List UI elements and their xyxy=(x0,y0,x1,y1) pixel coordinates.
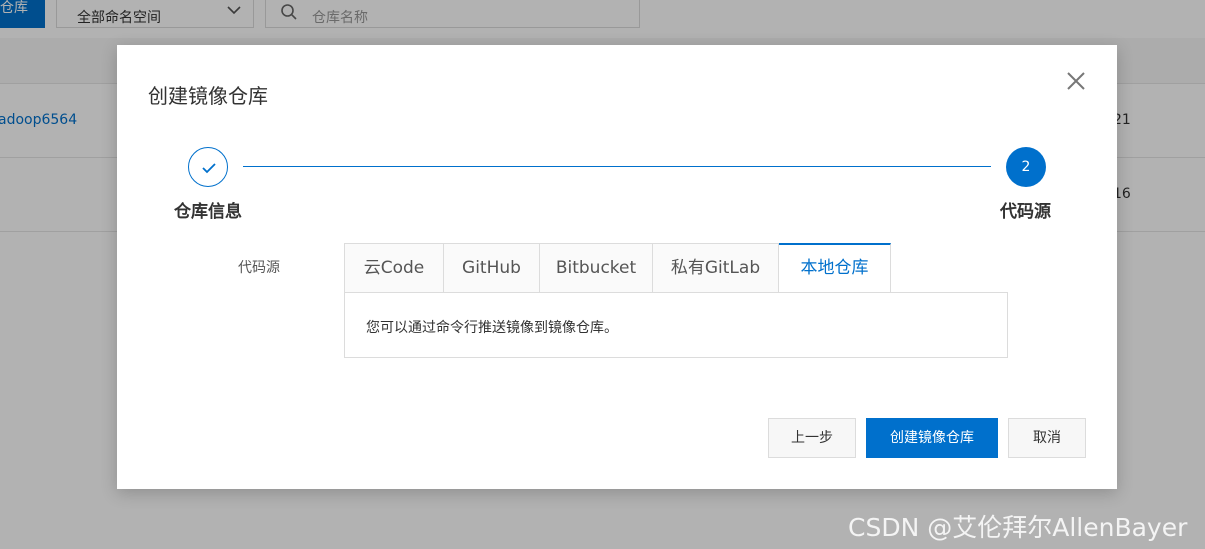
prev-step-button[interactable]: 上一步 xyxy=(768,418,856,458)
create-repo-submit-button[interactable]: 创建镜像仓库 xyxy=(866,418,998,458)
source-field-label: 代码源 xyxy=(238,260,280,276)
panel-description: 您可以通过命令行推送镜像到镜像仓库。 xyxy=(366,320,618,336)
watermark: CSDN @艾伦拜尔AllenBayer xyxy=(848,513,1188,542)
step-2-circle: 2 xyxy=(1006,147,1046,187)
step-2-label: 代码源 xyxy=(1000,202,1051,222)
step-connector xyxy=(243,166,991,167)
source-tabs: 云Code GitHub Bitbucket 私有GitLab 本地仓库 xyxy=(344,243,891,293)
dialog-title: 创建镜像仓库 xyxy=(148,84,268,108)
tab-cloud-code[interactable]: 云Code xyxy=(344,243,444,293)
step-1-circle xyxy=(188,147,228,187)
tab-private-gitlab[interactable]: 私有GitLab xyxy=(653,243,779,293)
step-1-label: 仓库信息 xyxy=(174,202,242,222)
cancel-button[interactable]: 取消 xyxy=(1008,418,1086,458)
create-repo-dialog: 创建镜像仓库 2 仓库信息 代码源 代码源 云Code GitHub Bitbu… xyxy=(117,45,1117,489)
check-icon xyxy=(202,163,216,174)
tab-local-repo[interactable]: 本地仓库 xyxy=(779,243,891,293)
tab-panel: 您可以通过命令行推送镜像到镜像仓库。 xyxy=(344,292,1008,358)
close-icon[interactable] xyxy=(1065,70,1087,92)
tab-github[interactable]: GitHub xyxy=(444,243,540,293)
tab-bitbucket[interactable]: Bitbucket xyxy=(540,243,653,293)
